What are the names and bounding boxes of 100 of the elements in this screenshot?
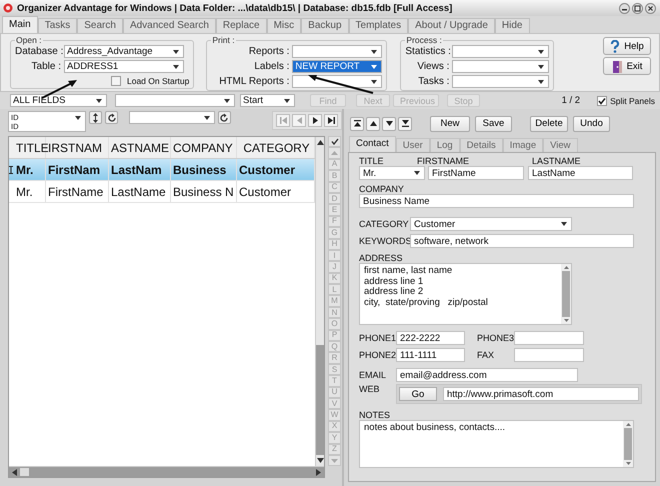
caret-icon [371,64,378,68]
record-button[interactable]: Save [475,116,512,132]
go-button[interactable]: Go [399,387,437,401]
tab[interactable]: View [543,138,578,152]
table-cell: Business [171,159,237,180]
top-icon [354,120,360,127]
dropdown[interactable] [292,75,382,88]
dropdown[interactable]: Address_Advantage [64,45,184,58]
table-cell: LastName [109,181,171,202]
refresh-button[interactable] [218,111,231,124]
text-field[interactable]: 111-1111 [396,348,465,362]
dropdown[interactable]: ADDRESS1 [64,60,184,73]
field-label: Labels : [253,61,290,72]
field-label: ADDRESS [359,252,403,262]
tab[interactable]: Tasks [38,18,78,33]
title-dropdown[interactable]: Mr. [359,166,425,180]
text-field[interactable]: software, network [410,234,634,248]
sort-toggle-button[interactable] [88,111,102,124]
help-button[interactable]: Help [603,37,651,55]
exit-button[interactable]: Exit [603,57,651,75]
minimize-icon[interactable] [619,2,630,14]
tab[interactable]: Details [460,138,503,152]
last-record-button[interactable] [398,116,412,130]
scroll-down-button[interactable] [328,454,341,466]
next-record-button[interactable] [308,114,322,127]
tab[interactable]: Contact [349,136,396,152]
url-field[interactable]: http://www.primasoft.com [443,387,639,401]
window-title: Organizer Advantage for Windows | Data Folder: ...\data\db15\ | Database: db15.fdb [Full Access] [17,2,454,14]
maximize-icon[interactable] [632,2,643,14]
group-legend: Process : [405,36,443,44]
notes-text-area[interactable]: notes about business, contacts.... [359,420,634,468]
search-field[interactable] [115,94,235,107]
caret-icon [371,80,378,84]
table-cell: FirstNam [46,159,109,180]
text-field[interactable]: LastName [528,166,633,180]
tab[interactable]: Backup [301,18,349,33]
text-field[interactable] [514,331,584,345]
category-dropdown[interactable]: Customer [410,217,572,231]
grid-row[interactable]: Mr. FirstNam LastNam Business Customer [9,159,315,181]
close-icon[interactable] [645,2,656,14]
caret-icon [173,64,179,68]
tab[interactable]: Search [77,18,123,33]
record-button[interactable]: Delete [530,116,568,132]
last-record-button[interactable] [324,114,338,127]
left-triangle-icon [296,117,302,124]
tab[interactable]: Replace [216,18,267,33]
text-field[interactable]: Business Name [359,194,634,208]
field-label: COMPANY [359,184,404,194]
address-text-area[interactable]: first name, last name address line 1 address line 2 city, state/proving zip/postal [359,263,572,325]
caret-icon [224,98,230,102]
field-label: CATEGORY [359,219,410,229]
tab[interactable]: Templates [348,18,408,33]
app-icon [3,3,13,13]
field-label: TITLE [359,156,385,166]
refresh-icon [106,112,117,122]
scroll-thumb[interactable] [20,468,29,476]
text-field[interactable]: email@address.com [396,368,578,382]
record-button[interactable]: Undo [573,116,610,132]
select-all-button[interactable] [328,136,341,148]
column-header[interactable]: TITLE [14,137,46,158]
tab[interactable]: Hide [494,18,530,33]
record-button[interactable]: New [430,116,470,132]
text-field[interactable]: 222-2222 [396,331,465,345]
tab[interactable]: User [396,138,430,152]
column-header[interactable]: ASTNAME [109,137,171,158]
table-cell: Mr. [14,159,46,180]
previous-record-button[interactable] [366,116,380,130]
caret-icon [204,116,210,120]
column-header[interactable]: COMPANY [171,137,237,158]
next-record-button[interactable] [382,116,396,130]
tab[interactable]: Image [502,138,544,152]
caret-icon [96,98,102,102]
left-arrow-icon [12,468,17,476]
down-arrow-icon [626,462,630,465]
up-down-arrow-icon [92,112,99,122]
grid-row[interactable]: Mr. FirstName LastName Business N Customer [9,181,315,203]
tab[interactable]: Advanced Search [122,18,216,33]
tab[interactable]: Log [430,138,460,152]
tab[interactable]: Main [2,16,38,33]
tab[interactable]: About / Upgrade [408,18,495,33]
horizontal-scrollbar[interactable] [9,466,324,477]
refresh-button[interactable] [105,111,118,124]
dropdown[interactable]: ALL FIELDS [10,94,107,107]
tab[interactable]: Misc [266,18,302,33]
caret-icon [414,171,420,175]
field-label: KEYWORDS [359,236,410,246]
dropdown[interactable]: Start [240,94,295,107]
dropdown[interactable]: NEW REPORT [292,60,382,73]
checkbox[interactable] [111,76,121,86]
first-record-button[interactable] [350,116,364,130]
checkbox[interactable] [597,96,608,106]
text-field[interactable] [514,348,584,362]
vertical-scrollbar[interactable] [561,264,571,324]
vertical-scrollbar[interactable] [315,137,324,466]
text-field[interactable]: FirstName [428,166,524,180]
up-arrow-icon [331,151,338,156]
vertical-scrollbar[interactable] [623,421,633,467]
table-cell: Business N [171,181,237,202]
down-triangle-icon [386,121,392,126]
group-legend: Open : [15,36,43,44]
